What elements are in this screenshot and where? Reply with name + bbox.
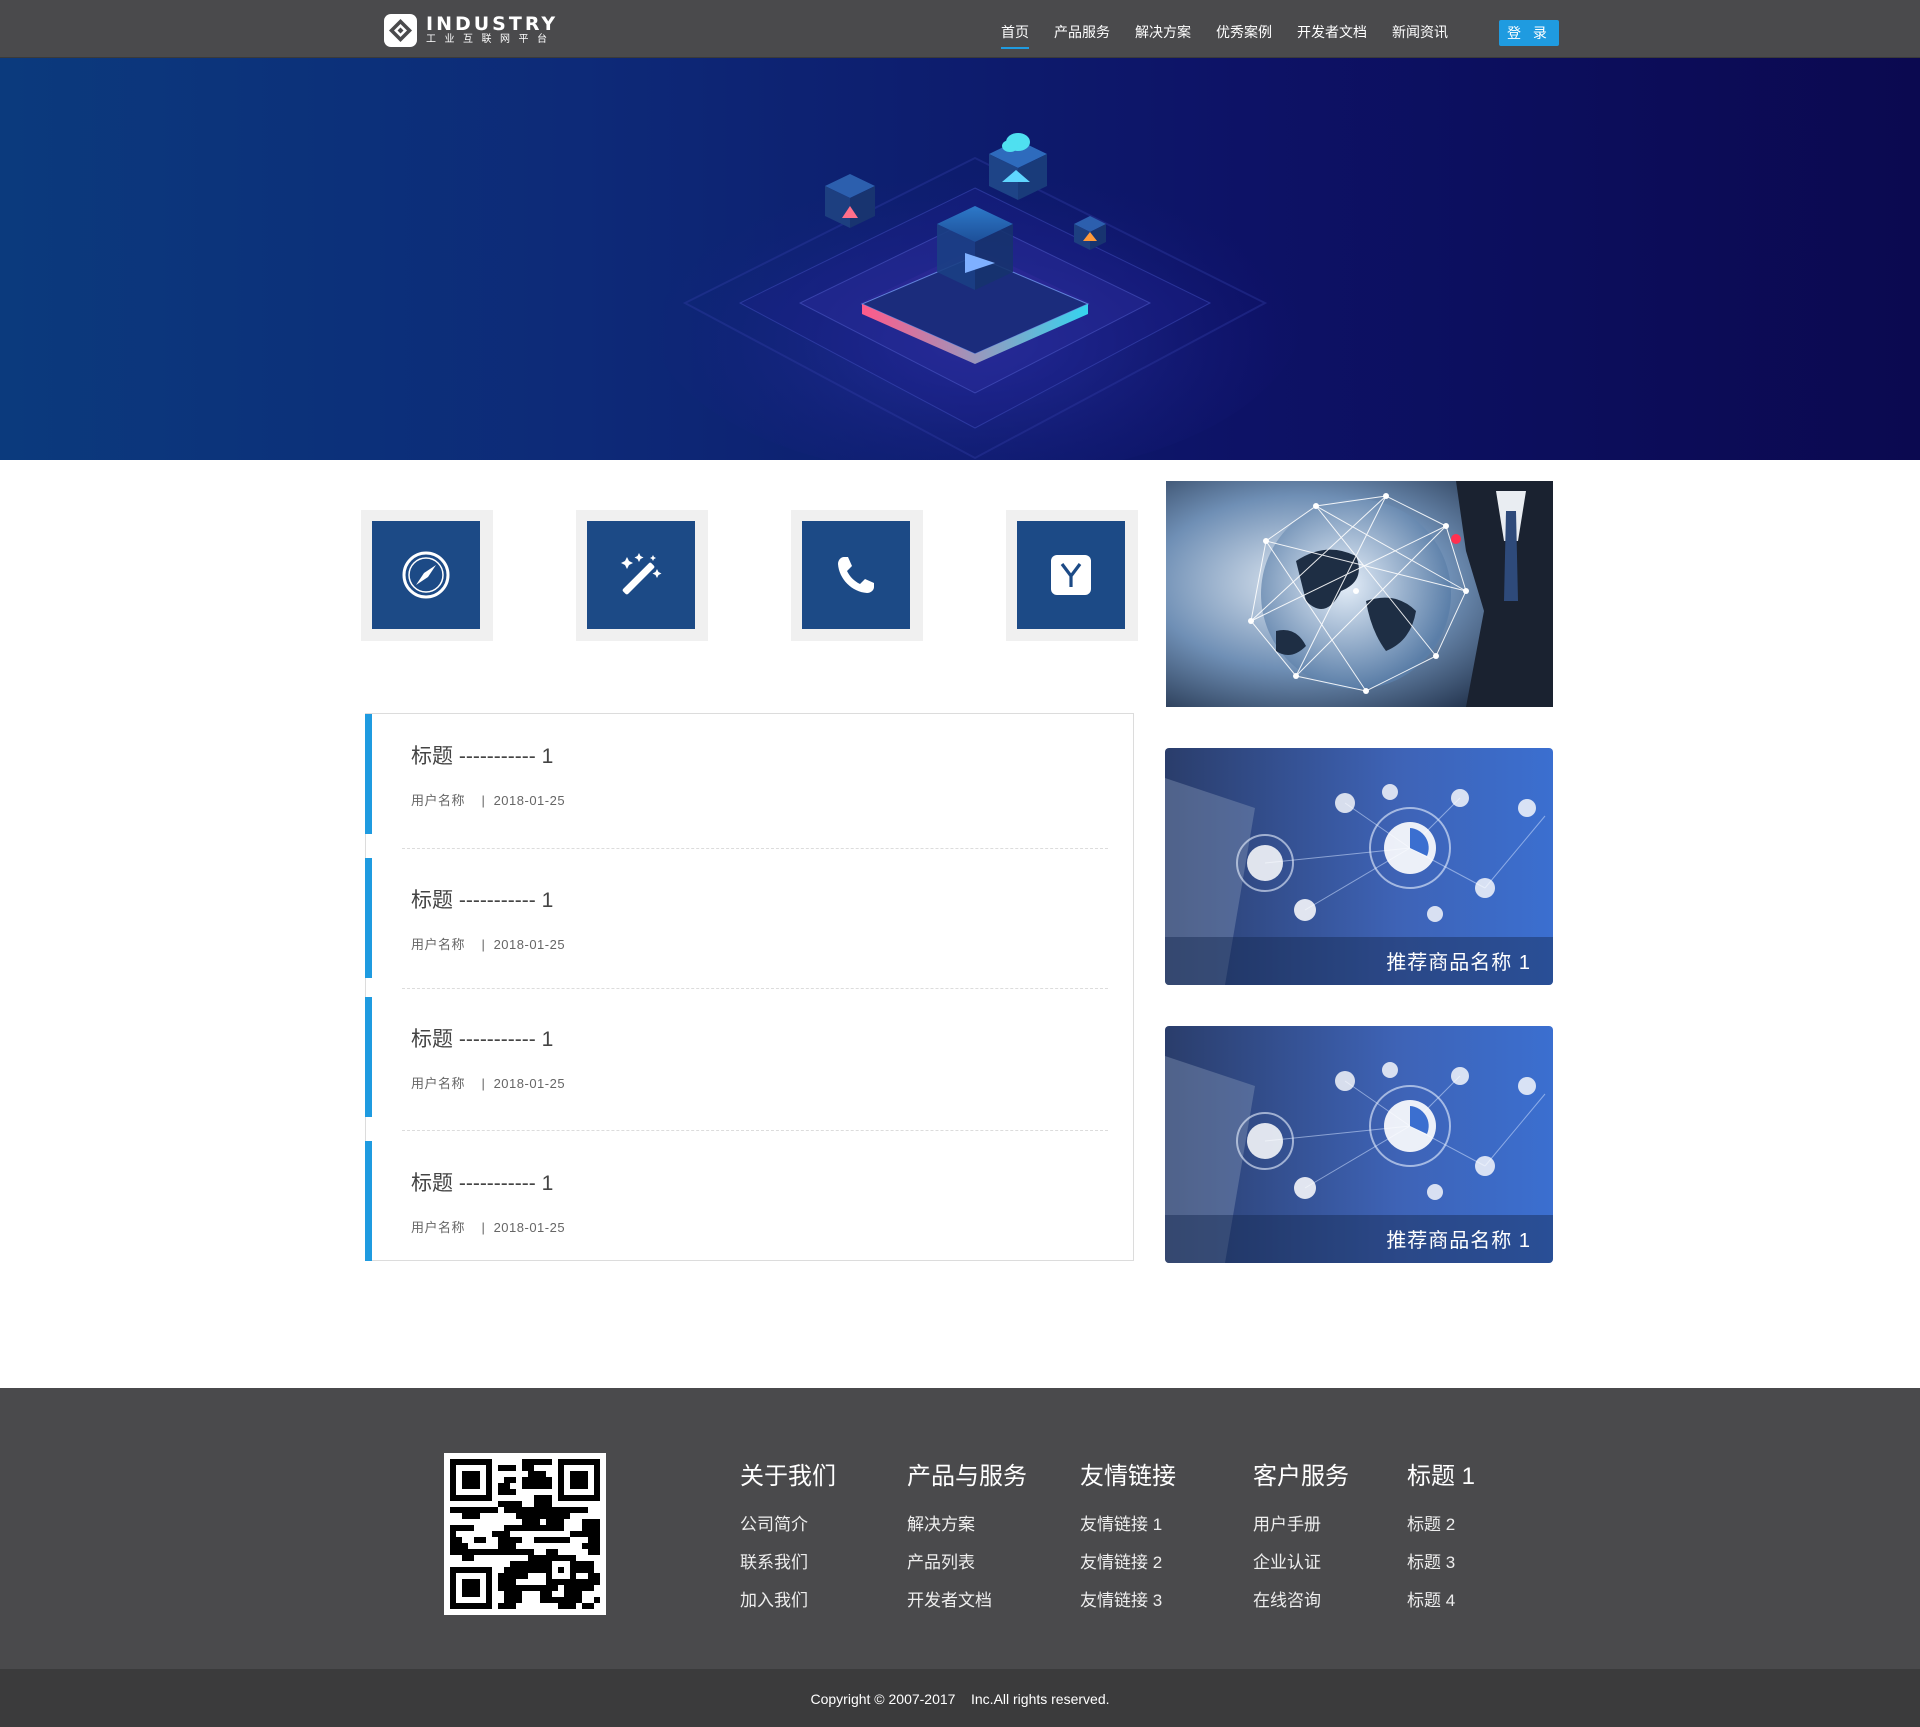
news-separator — [402, 988, 1108, 989]
feature-tile-magic[interactable] — [576, 510, 708, 641]
footer-link[interactable]: 标题 3 — [1407, 1544, 1475, 1582]
footer-link[interactable]: 用户手册 — [1253, 1506, 1349, 1544]
compass-icon — [402, 551, 450, 599]
footer-link[interactable]: 标题 4 — [1407, 1582, 1475, 1620]
logo[interactable]: INDUSTRY 工业互联网平台 — [384, 14, 558, 47]
footer-link[interactable]: 企业认证 — [1253, 1544, 1349, 1582]
news-meta: 用户名称 | 2018-01-25 — [411, 937, 566, 952]
magic-wand-icon — [621, 553, 662, 595]
qr-code — [444, 1453, 606, 1615]
news-meta: 用户名称 | 2018-01-25 — [411, 1220, 566, 1235]
y-letter-icon — [1051, 555, 1091, 595]
recommend-card[interactable]: 推荐商品名称 1 — [1165, 748, 1553, 985]
nav-item-home[interactable]: 首页 — [1001, 0, 1029, 58]
footer-column-friend-links: 友情链接 友情链接 1 友情链接 2 友情链接 3 — [1080, 1456, 1176, 1620]
news-meta: 用户名称 | 2018-01-25 — [411, 1076, 566, 1091]
footer-link[interactable]: 友情链接 1 — [1080, 1506, 1176, 1544]
news-author: 用户名称 — [411, 793, 466, 808]
news-author: 用户名称 — [411, 1076, 466, 1091]
nav-item-news[interactable]: 新闻资讯 — [1392, 0, 1448, 58]
recommend-card[interactable]: 推荐商品名称 1 — [1165, 1026, 1553, 1263]
footer-column-title: 产品与服务 — [907, 1463, 1027, 1490]
footer-link[interactable]: 公司简介 — [740, 1506, 836, 1544]
footer-column-title: 客户服务 — [1253, 1463, 1349, 1490]
news-date: 2018-01-25 — [493, 1220, 566, 1235]
news-author: 用户名称 — [411, 1220, 466, 1235]
footer-column-title: 标题 1 — [1407, 1463, 1476, 1490]
main-nav: 首页 产品服务 解决方案 优秀案例 开发者文档 新闻资讯 — [1001, 0, 1473, 58]
news-title[interactable]: 标题 ----------- 1 — [411, 1023, 553, 1053]
logo-subtitle: 工业互联网平台 — [426, 34, 556, 45]
phone-icon — [838, 557, 874, 593]
recommend-card-title: 推荐商品名称 1 — [1165, 1215, 1553, 1263]
copyright-bar: Copyright © 2007-2017 Inc.All rights res… — [0, 1669, 1920, 1727]
logo-title: INDUSTRY — [426, 13, 559, 35]
nav-item-cases[interactable]: 优秀案例 — [1216, 0, 1272, 58]
footer-link[interactable]: 在线咨询 — [1253, 1582, 1349, 1620]
news-list: 标题 ----------- 1 用户名称 | 2018-01-25 标题 --… — [365, 713, 1134, 1261]
nav-item-solutions[interactable]: 解决方案 — [1135, 0, 1191, 58]
footer-column-products: 产品与服务 解决方案 产品列表 开发者文档 — [907, 1456, 1027, 1620]
footer-column-about: 关于我们 公司简介 联系我们 加入我们 — [740, 1456, 836, 1620]
news-author: 用户名称 — [411, 937, 466, 952]
feature-tile-compass[interactable] — [361, 510, 493, 641]
nav-item-dev-docs[interactable]: 开发者文档 — [1297, 0, 1367, 58]
globe-network-photo — [1166, 481, 1553, 707]
news-title[interactable]: 标题 ----------- 1 — [411, 884, 553, 914]
nav-item-products[interactable]: 产品服务 — [1054, 0, 1110, 58]
footer-link[interactable]: 友情链接 2 — [1080, 1544, 1176, 1582]
feature-tile-y[interactable] — [1006, 510, 1138, 641]
footer-link[interactable]: 友情链接 3 — [1080, 1582, 1176, 1620]
top-navbar: INDUSTRY 工业互联网平台 首页 产品服务 解决方案 优秀案例 开发者文档… — [0, 0, 1920, 58]
news-title[interactable]: 标题 ----------- 1 — [411, 740, 553, 770]
news-date: 2018-01-25 — [493, 937, 566, 952]
feature-tile-phone[interactable] — [791, 510, 923, 641]
news-separator — [402, 848, 1108, 849]
footer-column-service: 客户服务 用户手册 企业认证 在线咨询 — [1253, 1456, 1349, 1620]
news-title[interactable]: 标题 ----------- 1 — [411, 1167, 553, 1197]
footer-link[interactable]: 加入我们 — [740, 1582, 836, 1620]
footer-link[interactable]: 解决方案 — [907, 1506, 1027, 1544]
recommend-card-title: 推荐商品名称 1 — [1165, 937, 1553, 985]
logo-icon — [384, 14, 417, 47]
footer-link[interactable]: 联系我们 — [740, 1544, 836, 1582]
login-button[interactable]: 登 录 — [1499, 20, 1559, 46]
hero-banner — [0, 58, 1920, 460]
news-meta: 用户名称 | 2018-01-25 — [411, 793, 566, 808]
news-date: 2018-01-25 — [493, 1076, 566, 1091]
footer-column-misc: 标题 1 标题 2 标题 3 标题 4 — [1407, 1456, 1475, 1620]
news-date: 2018-01-25 — [493, 793, 566, 808]
hero-isometric-illustration — [645, 133, 1305, 460]
news-separator — [402, 1130, 1108, 1131]
footer: 关于我们 公司简介 联系我们 加入我们 产品与服务 解决方案 产品列表 开发者文… — [0, 1388, 1920, 1669]
footer-column-title: 关于我们 — [740, 1463, 836, 1490]
footer-link[interactable]: 产品列表 — [907, 1544, 1027, 1582]
footer-column-title: 友情链接 — [1080, 1463, 1176, 1490]
footer-link[interactable]: 开发者文档 — [907, 1582, 1027, 1620]
copyright-text: Copyright © 2007-2017 Inc.All rights res… — [810, 1691, 1110, 1707]
footer-link[interactable]: 标题 2 — [1407, 1506, 1475, 1544]
